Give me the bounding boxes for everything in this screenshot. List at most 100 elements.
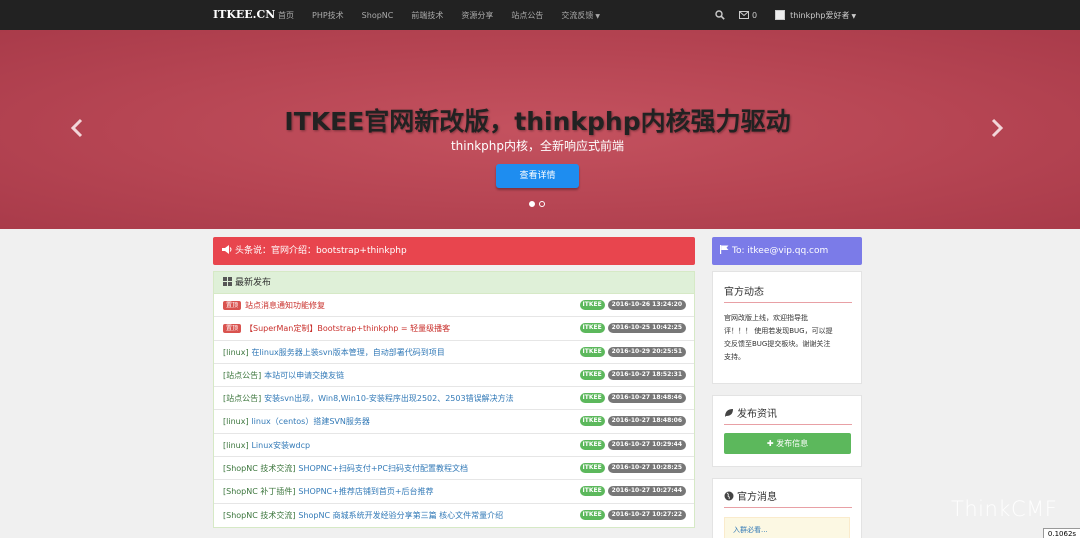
page-timer: 0.1062s xyxy=(1043,528,1080,538)
brand-logo[interactable]: ITKEE.CN xyxy=(213,8,275,21)
latest-posts-list: 置顶 站点消息通知功能修复 ITKEE 2016-10-26 13:24:20 置… xyxy=(214,294,694,527)
carousel-indicators xyxy=(529,201,549,207)
thinkcmf-watermark: ThinkCMF xyxy=(951,497,1058,521)
carousel-dot-2[interactable] xyxy=(539,201,545,207)
news-row[interactable]: [ShopNC 补丁插件] SHOPNC+推荐店铺到首页+后台推荐 ITKEE … xyxy=(214,480,694,504)
user-menu[interactable]: thinkphp爱好者 ▼ xyxy=(790,10,856,21)
grid-icon xyxy=(223,277,232,286)
author-badge: ITKEE xyxy=(579,486,605,497)
official-messages-title-row: 官方消息 xyxy=(724,488,852,508)
official-messages-card: 官方消息 入群必看... xyxy=(712,478,862,538)
news-meta: ITKEE 2016-10-27 18:48:06 xyxy=(579,416,686,427)
avatar[interactable] xyxy=(775,10,786,20)
official-news-line: 交反馈至BUG提交板块。谢谢关注 xyxy=(724,340,831,348)
news-category[interactable]: [ShopNC 补丁插件] xyxy=(223,487,295,496)
news-title[interactable]: linux（centos）搭建SVN服务器 xyxy=(251,417,369,426)
news-row[interactable]: 置顶 【SuperMan定制】Bootstrap+thinkphp = 轻量级播客… xyxy=(214,317,694,341)
time-badge: 2016-10-25 10:42:25 xyxy=(607,323,686,334)
carousel-dot-1[interactable] xyxy=(529,201,535,207)
news-title[interactable]: 在linux服务器上装svn版本管理，自动部署代码到项目 xyxy=(251,348,444,357)
time-badge: 2016-10-27 10:28:25 xyxy=(607,463,686,474)
news-meta: ITKEE 2016-10-27 10:27:44 xyxy=(579,486,686,497)
news-category[interactable]: [ShopNC 技术交流] xyxy=(223,511,295,520)
alert-text[interactable]: 头条说：官网介绍：bootstrap+thinkphp xyxy=(235,246,407,256)
time-badge: 2016-10-27 18:48:06 xyxy=(607,416,686,427)
view-details-button[interactable]: 查看详情 xyxy=(496,164,579,188)
news-title[interactable]: 【SuperMan定制】Bootstrap+thinkphp = 轻量级播客 xyxy=(245,324,450,333)
publish-card: 发布资讯 ✚ 发布信息 xyxy=(712,395,862,467)
news-category[interactable]: [ShopNC 技术交流] xyxy=(223,464,295,473)
news-meta: ITKEE 2016-10-27 10:29:44 xyxy=(579,439,686,450)
news-title[interactable]: 安装svn出现，Win8,Win10-安装程序出现2502、2503错误解决方法 xyxy=(264,394,513,403)
nav-link-frontend[interactable]: 前端技术 xyxy=(411,10,443,21)
top-navbar: ITKEE.CN 首页 PHP技术 ShopNC 前端技术 资源分享 站点公告 … xyxy=(0,0,1080,30)
news-title[interactable]: SHOPNC+扫码支付+PC扫码支付配置教程文档 xyxy=(298,464,468,473)
author-badge: ITKEE xyxy=(579,416,605,427)
megaphone-icon xyxy=(222,245,232,254)
news-row[interactable]: [站点公告] 安装svn出现，Win8,Win10-安装程序出现2502、250… xyxy=(214,387,694,411)
official-news-title: 官方动态 xyxy=(724,283,852,303)
time-badge: 2016-10-29 20:25:51 xyxy=(607,346,686,357)
nav-link-php[interactable]: PHP技术 xyxy=(312,10,344,21)
nav-link-shopnc[interactable]: ShopNC xyxy=(362,11,394,20)
nav-link-feedback[interactable]: 交流反馈 ▼ xyxy=(561,10,600,21)
publish-title-row: 发布资讯 xyxy=(724,405,852,425)
author-badge: ITKEE xyxy=(579,509,605,520)
contact-email[interactable]: To: itkee@vip.qq.com xyxy=(732,246,828,256)
caret-down-icon: ▼ xyxy=(851,12,857,20)
news-category[interactable]: [linux] xyxy=(223,441,249,450)
news-category[interactable]: [站点公告] xyxy=(223,394,261,403)
news-row[interactable]: [站点公告] 本站可以申请交换友链 ITKEE 2016-10-27 18:52… xyxy=(214,364,694,388)
leaf-icon xyxy=(725,409,733,417)
nav-link-home[interactable]: 首页 xyxy=(278,10,294,21)
news-meta: ITKEE 2016-10-25 10:42:25 xyxy=(579,323,686,334)
official-news-card: 官方动态 官网改版上线，欢迎指导批 评！！！ 使用若发现BUG，可以提 交反馈至… xyxy=(712,271,862,384)
nav-links: 首页 PHP技术 ShopNC 前端技术 资源分享 站点公告 交流反馈 ▼ xyxy=(278,0,618,30)
mail-icon[interactable] xyxy=(739,11,749,19)
news-title[interactable]: 本站可以申请交换友链 xyxy=(264,371,344,380)
time-badge: 2016-10-26 13:24:20 xyxy=(607,300,686,310)
carousel-subtitle: thinkphp内核，全新响应式前端 xyxy=(450,139,625,153)
time-badge: 2016-10-27 18:48:46 xyxy=(607,393,686,404)
author-badge: ITKEE xyxy=(579,369,605,380)
news-row[interactable]: [ShopNC 技术交流] SHOPNC+扫码支付+PC扫码支付配置教程文档 I… xyxy=(214,457,694,481)
news-category[interactable]: [linux] xyxy=(223,417,249,426)
time-badge: 2016-10-27 10:29:44 xyxy=(607,439,686,450)
hero-carousel: ITKEE官网新改版，thinkphp内核强力驱动 thinkphp内核，全新响… xyxy=(0,30,1080,229)
caret-down-icon: ▼ xyxy=(595,12,600,20)
author-badge: ITKEE xyxy=(579,439,605,450)
pinned-badge: 置顶 xyxy=(223,301,242,310)
pinned-badge: 置顶 xyxy=(223,324,242,334)
news-row[interactable]: [linux] Linux安装wdcp ITKEE 2016-10-27 10:… xyxy=(214,434,694,458)
news-row[interactable]: [linux] 在linux服务器上装svn版本管理，自动部署代码到项目 ITK… xyxy=(214,341,694,364)
nav-link-announcements[interactable]: 站点公告 xyxy=(511,10,543,21)
search-icon[interactable] xyxy=(715,10,725,20)
news-meta: ITKEE 2016-10-29 20:25:51 xyxy=(579,346,686,357)
news-category[interactable]: [站点公告] xyxy=(223,371,261,380)
official-news-body: 官网改版上线，欢迎指导批 评！！！ 使用若发现BUG，可以提 交反馈至BUG提交… xyxy=(713,312,861,364)
chevron-right-icon[interactable] xyxy=(990,118,1004,138)
carousel-title: ITKEE官网新改版，thinkphp内核强力驱动 xyxy=(284,107,791,136)
time-badge: 2016-10-27 10:27:44 xyxy=(607,486,686,497)
news-meta: ITKEE 2016-10-27 10:28:25 xyxy=(579,463,686,474)
news-title[interactable]: ShopNC 商城系统开发经验分享第三篇 核心文件常量介绍 xyxy=(298,511,503,520)
official-news-line: 官网改版上线，欢迎指导批 xyxy=(724,314,808,322)
latest-posts-header: 最新发布 xyxy=(214,272,694,294)
news-title[interactable]: 站点消息通知功能修复 xyxy=(245,301,325,310)
author-badge: ITKEE xyxy=(579,463,605,474)
message-item[interactable]: 入群必看... xyxy=(724,517,850,538)
globe-icon xyxy=(724,491,734,501)
news-row[interactable]: [ShopNC 技术交流] ShopNC 商城系统开发经验分享第三篇 核心文件常… xyxy=(214,504,694,527)
nav-right: 0 thinkphp爱好者 ▼ xyxy=(715,0,856,30)
news-title[interactable]: Linux安装wdcp xyxy=(251,441,310,450)
news-category[interactable]: [linux] xyxy=(223,348,249,357)
nav-link-resources[interactable]: 资源分享 xyxy=(461,10,493,21)
news-meta: ITKEE 2016-10-26 13:24:20 xyxy=(579,300,686,310)
headline-alert: 头条说：官网介绍：bootstrap+thinkphp xyxy=(213,237,695,265)
news-row[interactable]: [linux] linux（centos）搭建SVN服务器 ITKEE 2016… xyxy=(214,410,694,434)
news-row[interactable]: 置顶 站点消息通知功能修复 ITKEE 2016-10-26 13:24:20 xyxy=(214,294,694,318)
plus-icon: ✚ xyxy=(766,439,777,448)
publish-button[interactable]: ✚ 发布信息 xyxy=(724,433,851,454)
official-news-line: 评！！！ 使用若发现BUG，可以提 xyxy=(724,327,833,335)
news-title[interactable]: SHOPNC+推荐店铺到首页+后台推荐 xyxy=(298,487,433,496)
